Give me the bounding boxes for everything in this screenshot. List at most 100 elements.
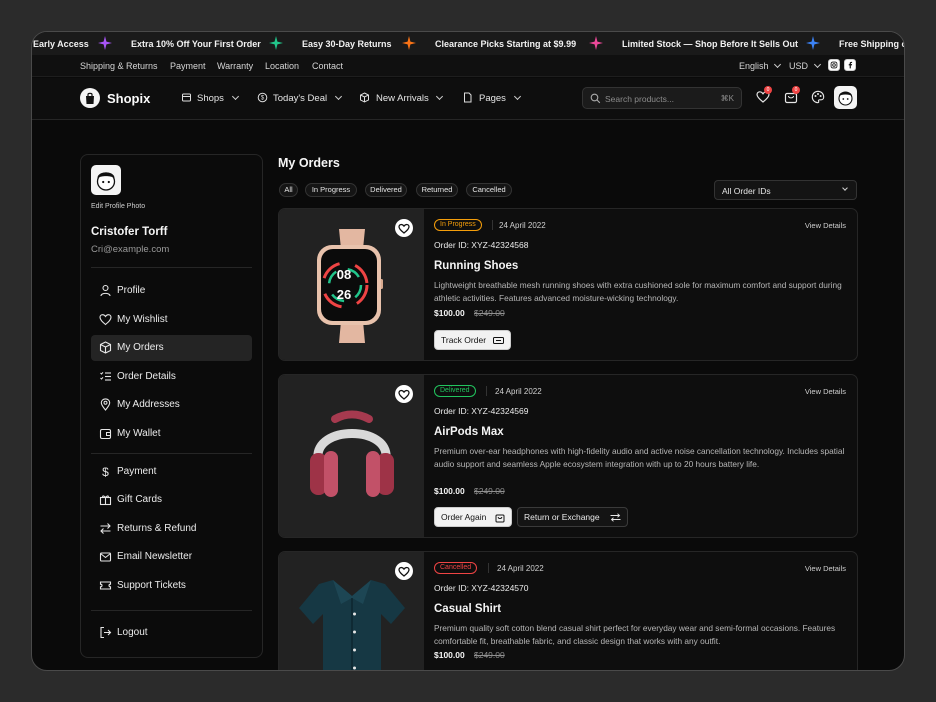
sidebar-item-payment[interactable]: $ Payment [91,459,252,485]
sidebar-item-label: Gift Cards [117,494,163,505]
filter-all[interactable]: All [279,183,298,197]
currency-value: USD [789,61,809,71]
page-title: My Orders [278,156,340,170]
box-icon [360,92,369,103]
bag-icon [86,92,94,104]
cart-button[interactable]: 0 [784,86,800,104]
heart-icon [398,389,410,400]
sidebar-item-wishlist[interactable]: My Wishlist [91,307,252,333]
divider [91,610,252,611]
sidebar-item-orders[interactable]: My Orders [91,335,252,361]
facebook-icon[interactable] [844,59,856,71]
nav-pages-label: Pages [479,93,506,104]
profile-photo[interactable] [91,165,121,195]
product-title[interactable]: Running Shoes [434,260,518,272]
sidebar-item-label: Payment [117,466,157,477]
order-id-select-value: All Order IDs [722,186,771,196]
old-price: $249.00 [474,650,505,660]
favorite-button[interactable] [395,562,413,580]
product-title[interactable]: Casual Shirt [434,603,501,615]
return-exchange-button[interactable]: Return or Exchange [517,507,628,527]
favorite-button[interactable] [395,219,413,237]
chevron-down-icon [231,92,239,101]
mail-icon [99,552,112,562]
heart-icon [99,314,112,326]
sidebar-item-newsletter[interactable]: Email Newsletter [91,544,252,570]
heart-icon [398,223,410,234]
shirt-image [299,580,405,670]
truck-icon [493,337,504,344]
order-date: 24 April 2022 [499,221,546,230]
payment-link[interactable]: Payment [170,61,206,71]
divider [91,453,252,454]
sidebar-item-profile[interactable]: Profile [91,278,252,304]
utility-bar: Shipping & Returns Payment Warranty Loca… [32,55,904,77]
brand-name[interactable]: Shopix [107,91,150,106]
palette-icon[interactable] [811,90,825,104]
nav-shops[interactable]: Shops [197,92,239,104]
edit-profile-photo-link[interactable]: Edit Profile Photo [91,203,145,210]
logout-label: Logout [117,627,148,638]
nav-new-arrivals[interactable]: New Arrivals [376,92,444,104]
wishlist-count: 0 [764,86,772,94]
view-details-link[interactable]: View Details [805,564,846,573]
currency-select[interactable]: USD [789,60,821,71]
view-details-link[interactable]: View Details [805,221,846,230]
nav-todays-deal[interactable]: Today's Deal [273,92,342,104]
instagram-icon[interactable] [828,59,840,71]
order-again-button[interactable]: Order Again [434,507,512,527]
search-box[interactable]: Search products... ⌘K [582,87,742,109]
store-icon [182,93,191,102]
sidebar-item-label: My Wishlist [117,314,168,325]
wallet-icon [99,428,112,440]
sidebar-item-order-details[interactable]: Order Details [91,364,252,390]
sparkle-icon [98,36,112,50]
language-select[interactable]: English [739,60,782,71]
nav-todays-deal-label: Today's Deal [273,93,328,104]
promo-text: Limited Stock — Shop Before It Sells Out [622,39,799,49]
list-icon [100,371,111,381]
user-icon [100,284,111,297]
filter-delivered[interactable]: Delivered [365,183,407,197]
contact-link[interactable]: Contact [312,61,343,71]
sidebar-item-label: Support Tickets [117,580,186,591]
filter-in-progress[interactable]: In Progress [305,183,357,197]
tag-icon: $ [257,92,268,103]
user-avatar[interactable] [834,86,857,109]
box-icon [99,341,112,354]
divider [492,220,493,230]
product-title[interactable]: AirPods Max [434,426,504,438]
headphones-image [310,410,394,497]
language-value: English [739,61,769,71]
watch-minute: 26 [337,287,351,302]
warranty-link[interactable]: Warranty [217,61,253,71]
sidebar-item-gift-cards[interactable]: Gift Cards [91,487,252,513]
nav-pages[interactable]: Pages [479,92,521,104]
search-placeholder: Search products... [605,94,674,104]
wishlist-button[interactable]: 0 [756,86,772,104]
brand-logo[interactable] [80,88,100,108]
price: $100.00 [434,308,465,318]
order-id-select[interactable]: All Order IDs [714,180,857,200]
sidebar-item-label: My Addresses [117,399,180,410]
cart-count: 0 [792,86,800,94]
logout-button[interactable]: Logout [91,620,252,646]
favorite-button[interactable] [395,385,413,403]
sidebar-item-addresses[interactable]: My Addresses [91,392,252,418]
location-link[interactable]: Location [265,61,299,71]
bag-icon [495,514,505,523]
sidebar-item-returns[interactable]: Returns & Refund [91,516,252,542]
view-details-link[interactable]: View Details [805,387,846,396]
track-order-button[interactable]: Track Order [434,330,511,350]
status-badge: Cancelled [434,562,478,574]
chevron-down-icon [513,92,521,101]
filter-returned[interactable]: Returned [416,183,458,197]
sidebar-item-support-tickets[interactable]: Support Tickets [91,573,252,599]
shipping-returns-link[interactable]: Shipping & Returns [80,61,158,71]
filter-cancelled[interactable]: Cancelled [466,183,512,197]
order-date: 24 April 2022 [495,387,542,396]
sparkle-icon [269,36,283,50]
sidebar-item-wallet[interactable]: My Wallet [91,421,252,447]
order-card: Delivered 24 April 2022 View Details Ord… [278,374,858,538]
order-card: Cancelled 24 April 2022 View Details Ord… [278,551,858,670]
